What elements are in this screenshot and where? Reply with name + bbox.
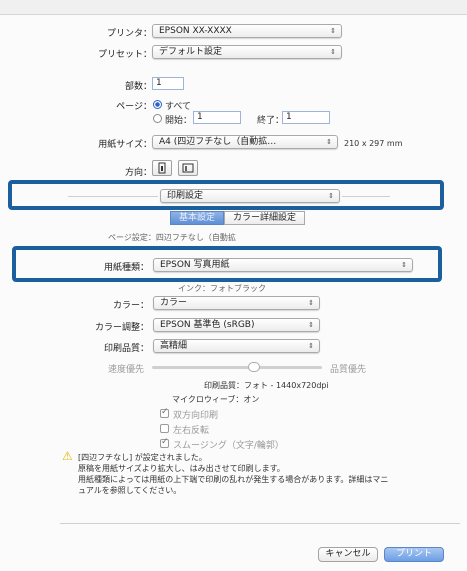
footer-divider	[60, 523, 460, 524]
smoothing-checkbox[interactable]	[160, 437, 169, 448]
microweave-text: マイクロウィーブ：オン	[172, 395, 260, 404]
tab-basic-settings[interactable]: 基本設定	[170, 211, 225, 225]
warning-line-3: 用紙種類によっては用紙の上下端で印刷の乱れが発生する場合があります。詳細はマニ	[78, 475, 389, 484]
updown-arrows-icon: ⇕	[308, 321, 314, 329]
preset-value: デフォルト設定	[159, 47, 223, 57]
paper-type-highlight	[12, 246, 442, 282]
warning-line-2: 原稿を用紙サイズより拡大し、はみ出させて印刷します。	[78, 464, 285, 473]
pages-to-field[interactable]: 1	[282, 111, 330, 124]
copies-field[interactable]: 1	[152, 77, 184, 90]
printer-label: プリンタ：	[106, 29, 152, 39]
updown-arrows-icon: ⇕	[330, 48, 336, 56]
print-dialog: プリンタ： EPSON XX-XXXX ⇕ プリセット： デフォルト設定 ⇕ 部…	[0, 0, 467, 571]
mirror-checkbox[interactable]	[160, 424, 169, 433]
warning-icon: ⚠	[62, 449, 73, 463]
print-quality-popup[interactable]: 高精細 ⇕	[153, 339, 320, 353]
paper-dimensions: 210 x 297 mm	[344, 139, 403, 148]
cancel-button[interactable]: キャンセル	[318, 547, 378, 562]
color-adjust-label: カラー調整：	[94, 323, 149, 333]
preset-popup[interactable]: デフォルト設定 ⇕	[152, 45, 342, 59]
print-quality-label: 印刷品質：	[103, 344, 149, 354]
bidirectional-label: 双方向印刷	[173, 411, 219, 421]
color-adjust-popup[interactable]: EPSON 基準色 (sRGB) ⇕	[153, 318, 320, 332]
printer-value: EPSON XX-XXXX	[159, 26, 232, 36]
page-setup-partial-text: ページ設定：四辺フチなし（自動拡	[108, 233, 236, 242]
settings-tabs: 基本設定 カラー詳細設定	[170, 211, 306, 225]
copies-label: 部数：	[124, 82, 152, 92]
print-button[interactable]: プリント	[384, 547, 444, 562]
preset-label: プリセット：	[97, 50, 152, 60]
section-menu-highlight	[8, 180, 444, 210]
paper-size-value: A4 (四辺フチなし（自動拡…	[159, 137, 277, 147]
pages-from-label: 開始：	[165, 116, 193, 126]
color-adjust-value: EPSON 基準色 (sRGB)	[160, 320, 255, 330]
color-value: カラー	[160, 298, 188, 308]
mirror-label: 左右反転	[173, 426, 210, 436]
color-label: カラー：	[112, 301, 149, 311]
print-quality-value: 高精細	[160, 341, 188, 351]
pages-all-radio[interactable]	[153, 100, 162, 109]
resolution-text: 印刷品質：フォト - 1440x720dpi	[204, 381, 329, 390]
updown-arrows-icon: ⇕	[308, 299, 314, 307]
pages-to-label: 終了：	[257, 116, 285, 126]
slider-left-label: 速度優先	[108, 365, 145, 375]
landscape-icon	[182, 163, 194, 173]
smoothing-label: スムージング（文字/輪郭）	[173, 441, 284, 451]
pages-all-label: すべて	[165, 102, 192, 112]
tab-color-details[interactable]: カラー詳細設定	[224, 211, 306, 225]
pages-range-radio[interactable]	[153, 114, 162, 123]
quality-slider-thumb[interactable]	[248, 362, 260, 372]
portrait-button[interactable]	[152, 160, 172, 176]
paper-size-popup[interactable]: A4 (四辺フチなし（自動拡… ⇕	[152, 135, 338, 149]
color-popup[interactable]: カラー ⇕	[153, 296, 320, 310]
updown-arrows-icon: ⇕	[330, 27, 336, 35]
landscape-button[interactable]	[178, 160, 198, 176]
pages-from-field[interactable]: 1	[193, 111, 241, 124]
ink-partial-text: インク：フォトブラック	[178, 284, 266, 293]
warning-line-4: ュアルを参照してください。	[78, 486, 182, 495]
updown-arrows-icon: ⇕	[326, 138, 332, 146]
orientation-label: 方向：	[124, 168, 152, 178]
bidirectional-checkbox[interactable]	[160, 407, 169, 418]
printer-popup[interactable]: EPSON XX-XXXX ⇕	[152, 24, 342, 38]
dialog-top-edge	[0, 0, 467, 15]
slider-right-label: 品質優先	[330, 365, 367, 375]
quality-slider-track[interactable]	[152, 366, 322, 369]
warning-line-1: [四辺フチなし] が設定されました。	[78, 453, 207, 462]
pages-label: ページ：	[116, 102, 152, 112]
portrait-icon	[158, 162, 166, 174]
updown-arrows-icon: ⇕	[308, 342, 314, 350]
paper-size-label: 用紙サイズ：	[98, 140, 152, 150]
